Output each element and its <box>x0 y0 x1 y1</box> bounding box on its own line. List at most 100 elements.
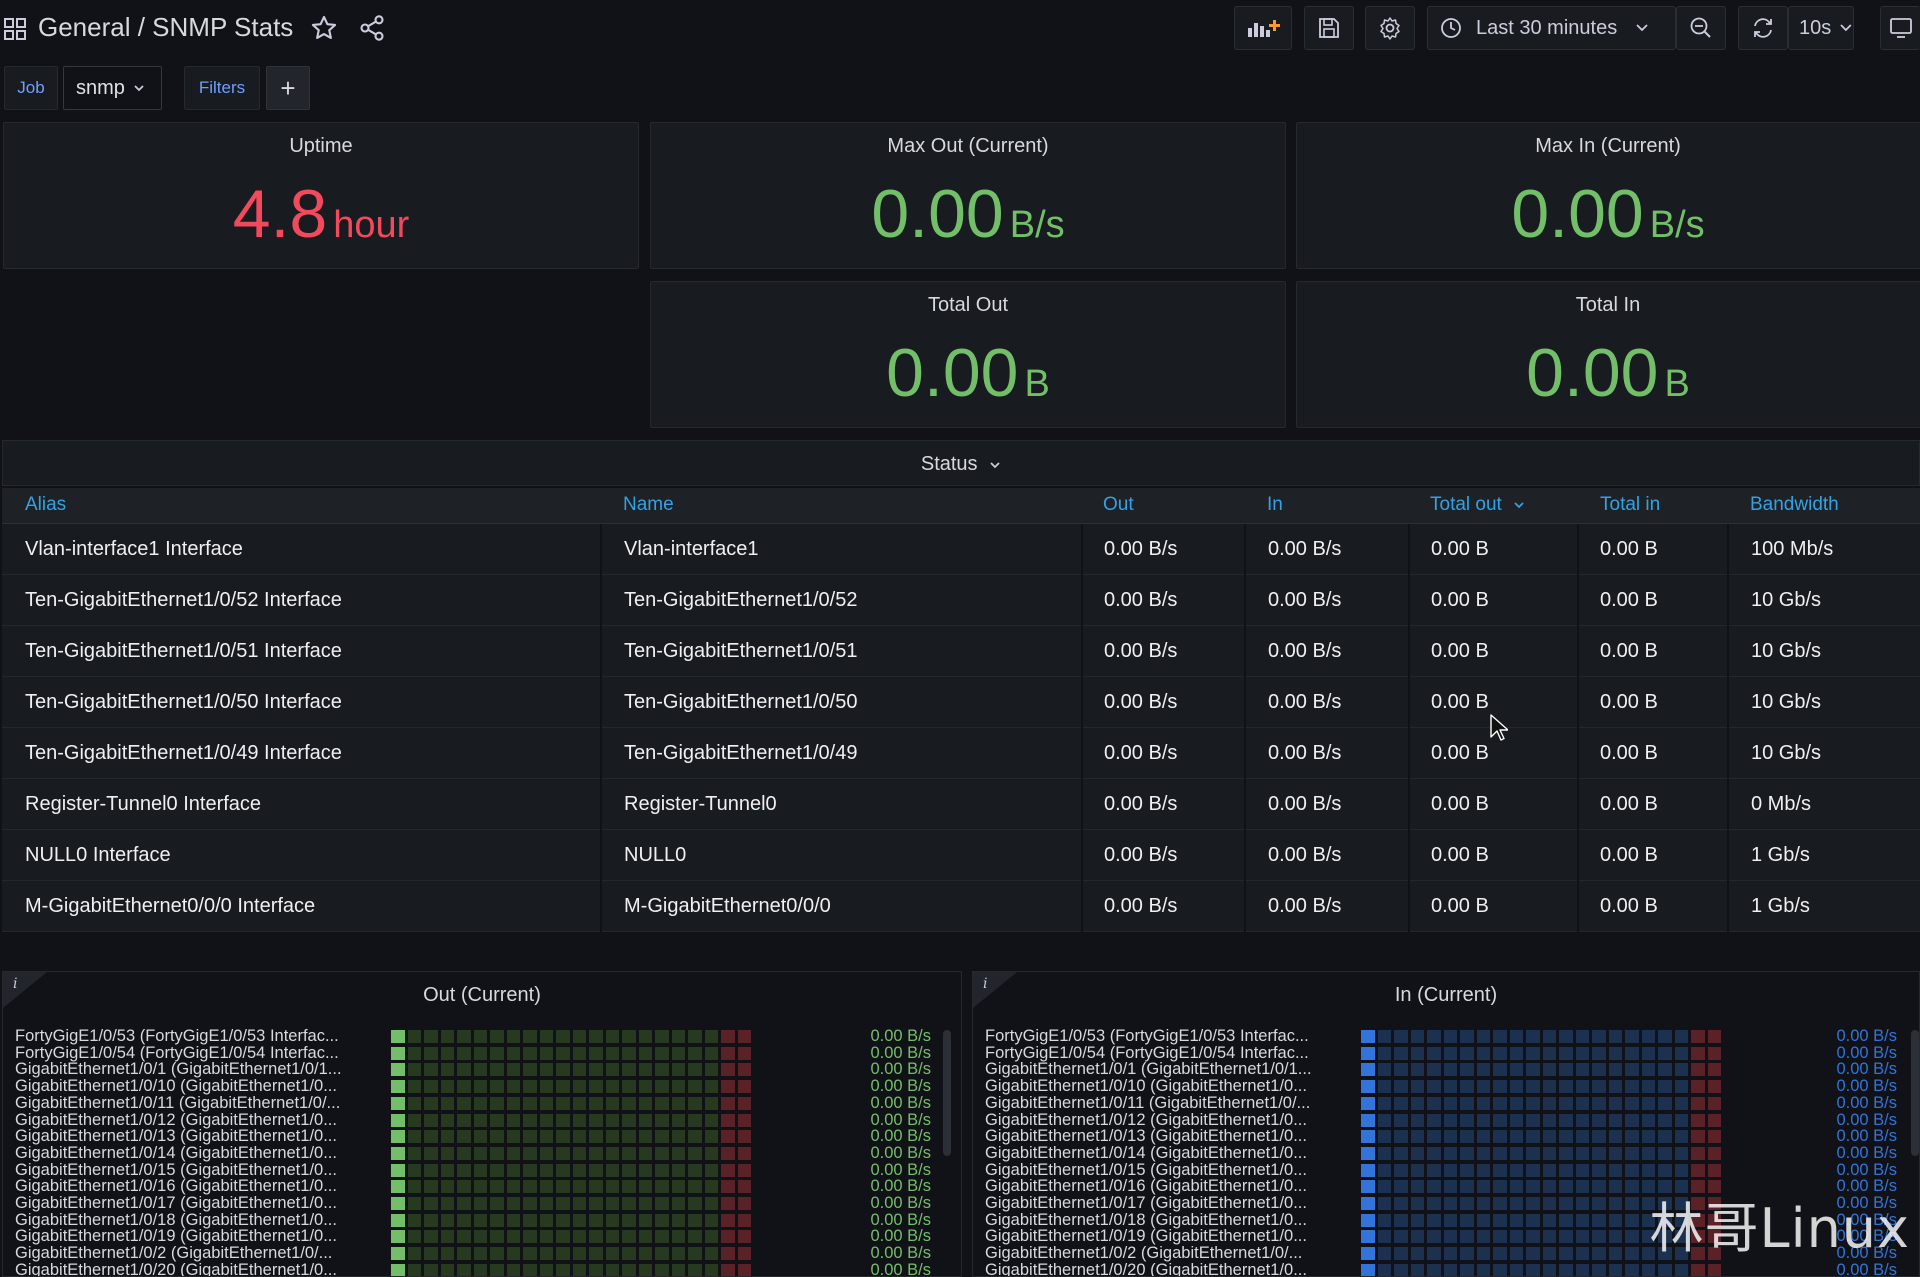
bar-gauge-label: GigabitEthernet1/0/11 (GigabitEthernet1/… <box>15 1093 341 1112</box>
bar-gauge-cell <box>704 1113 718 1127</box>
column-header-total-out[interactable]: Total out <box>1430 494 1525 516</box>
total-out-stat: 0.00 B <box>651 334 1285 412</box>
bar-gauge-cell <box>490 1113 504 1127</box>
bar-gauge-cell <box>1608 1230 1622 1244</box>
bar-gauge-row: GigabitEthernet1/0/14 (GigabitEthernet1/… <box>3 1145 961 1162</box>
bar-gauge-cell <box>391 1046 405 1060</box>
tv-mode-button[interactable] <box>1880 6 1920 50</box>
bar-gauge-cell <box>671 1063 685 1077</box>
table-row[interactable]: Ten-GigabitEthernet1/0/51 Interface Ten-G… <box>2 626 1920 677</box>
cell-name: NULL0 <box>624 844 687 866</box>
total-out-panel[interactable]: Total Out 0.00 B <box>650 281 1286 428</box>
apps-grid-icon[interactable] <box>4 18 26 40</box>
job-variable-select[interactable]: snmp <box>63 66 162 110</box>
bar-gauge-cell <box>1361 1096 1375 1110</box>
bar-gauge-cell <box>721 1146 735 1160</box>
bar-gauge-cell <box>1608 1096 1622 1110</box>
bar-gauge-cell <box>1575 1247 1589 1261</box>
out-current-panel[interactable]: i Out (Current) FortyGigE1/0/53 (FortyGi… <box>2 971 962 1277</box>
bar-gauge-cell <box>1377 1030 1391 1043</box>
bar-gauge-cell <box>1575 1130 1589 1144</box>
add-filter-button[interactable]: + <box>266 66 310 110</box>
uptime-stat: 4.8 hour <box>4 175 638 253</box>
column-header-out[interactable]: Out <box>1103 494 1134 516</box>
bar-gauge-cell <box>671 1230 685 1244</box>
table-row[interactable]: M-GigabitEthernet0/0/0 Interface M-Gigabi… <box>2 881 1920 932</box>
bar-gauge-label: GigabitEthernet1/0/13 (GigabitEthernet1/… <box>985 1127 1307 1146</box>
cell-out: 0.00 B/s <box>1104 589 1178 611</box>
bar-gauge-cell <box>704 1213 718 1227</box>
dashboard-title[interactable]: SNMP Stats <box>152 12 293 42</box>
bar-gauge-cell <box>1509 1113 1523 1127</box>
bar-gauge-cell <box>1575 1080 1589 1094</box>
column-header-alias[interactable]: Alias <box>25 494 66 516</box>
bar-gauge-cell <box>1559 1197 1573 1210</box>
column-header-bandwidth[interactable]: Bandwidth <box>1750 494 1839 516</box>
column-header-total-in[interactable]: Total in <box>1600 494 1660 516</box>
column-header-in[interactable]: In <box>1267 494 1283 516</box>
table-row[interactable]: NULL0 Interface NULL0 0.00 B/s 0.00 B/s 0.00… <box>2 830 1920 881</box>
bar-gauge-cell <box>1575 1163 1589 1177</box>
bar-gauge-cell <box>1608 1113 1622 1127</box>
bar-gauge-cell <box>1575 1113 1589 1127</box>
bar-gauge-label: GigabitEthernet1/0/15 (GigabitEthernet1/… <box>985 1160 1307 1179</box>
cell-alias: Vlan-interface1 Interface <box>25 538 243 560</box>
filters-label: Filters <box>184 66 260 110</box>
bar-gauge-cell <box>704 1263 718 1276</box>
table-row[interactable]: Vlan-interface1 Interface Vlan-interface1… <box>2 524 1920 575</box>
bar-gauge-cell <box>1559 1146 1573 1160</box>
bar-gauge-row: FortyGigE1/0/53 (FortyGigE1/0/53 Interfa… <box>973 1028 1919 1045</box>
bar-gauge-cell <box>721 1163 735 1177</box>
bar-gauge-cell <box>622 1180 636 1194</box>
bar-gauge-cell <box>638 1080 652 1094</box>
uptime-panel[interactable]: Uptime 4.8 hour <box>3 122 639 269</box>
bar-gauge-cell <box>1674 1096 1688 1110</box>
total-in-panel[interactable]: Total In 0.00 B <box>1296 281 1920 428</box>
column-header-name[interactable]: Name <box>623 494 674 516</box>
bar-gauge-cell <box>1542 1046 1556 1060</box>
zoom-out-button[interactable] <box>1676 6 1726 50</box>
bar-gauge-cell <box>1625 1247 1639 1261</box>
bar-gauge-cell <box>655 1180 669 1194</box>
bar-gauge-cell <box>457 1163 471 1177</box>
table-row[interactable]: Ten-GigabitEthernet1/0/50 Interface Ten-G… <box>2 677 1920 728</box>
status-row-header[interactable]: Status <box>2 440 1920 486</box>
max-out-panel[interactable]: Max Out (Current) 0.00 B/s <box>650 122 1286 269</box>
bar-gauge-cell <box>1526 1096 1540 1110</box>
max-in-panel[interactable]: Max In (Current) 0.00 B/s <box>1296 122 1920 269</box>
bar-gauge-cell <box>1608 1030 1622 1043</box>
bar-gauge-cell <box>622 1030 636 1043</box>
dashboard-settings-button[interactable] <box>1365 6 1415 50</box>
bar-gauge-cell <box>523 1197 537 1210</box>
table-row[interactable]: Ten-GigabitEthernet1/0/49 Interface Ten-G… <box>2 728 1920 779</box>
refresh-button[interactable] <box>1738 6 1788 50</box>
bar-gauge-cell <box>1526 1030 1540 1043</box>
bar-gauge-cell <box>1707 1263 1721 1276</box>
share-icon[interactable] <box>358 14 386 42</box>
add-panel-button[interactable] <box>1234 6 1292 50</box>
bar-gauge-cell <box>605 1247 619 1261</box>
bar-gauge-cell <box>655 1063 669 1077</box>
bar-gauge-cell <box>721 1263 735 1276</box>
bar-gauge-cell <box>506 1197 520 1210</box>
bar-gauge-cell <box>539 1046 553 1060</box>
table-row[interactable]: Register-Tunnel0 Interface Register-Tunne… <box>2 779 1920 830</box>
breadcrumb-folder[interactable]: General <box>38 12 131 42</box>
bar-gauge-cell <box>572 1263 586 1276</box>
bar-gauge-cell <box>1526 1180 1540 1194</box>
bar-gauge-cell <box>572 1230 586 1244</box>
bar-gauge-cell <box>490 1030 504 1043</box>
bar-gauge-label: FortyGigE1/0/54 (FortyGigE1/0/54 Interfa… <box>985 1043 1309 1062</box>
table-row[interactable]: Ten-GigabitEthernet1/0/52 Interface Ten-G… <box>2 575 1920 626</box>
bar-gauge-cell <box>1476 1046 1490 1060</box>
bar-gauge-cell <box>539 1197 553 1210</box>
refresh-interval-picker[interactable]: 10s <box>1788 6 1854 50</box>
bar-gauge-cell <box>1592 1046 1606 1060</box>
time-range-picker[interactable]: Last 30 minutes <box>1427 6 1676 50</box>
bar-gauge-cell <box>1691 1063 1705 1077</box>
bar-gauge-cell <box>1608 1247 1622 1261</box>
save-dashboard-button[interactable] <box>1304 6 1354 50</box>
bar-gauge-label: FortyGigE1/0/54 (FortyGigE1/0/54 Interfa… <box>15 1043 339 1062</box>
star-icon[interactable] <box>310 14 338 42</box>
cell-name: Vlan-interface1 <box>624 538 759 560</box>
